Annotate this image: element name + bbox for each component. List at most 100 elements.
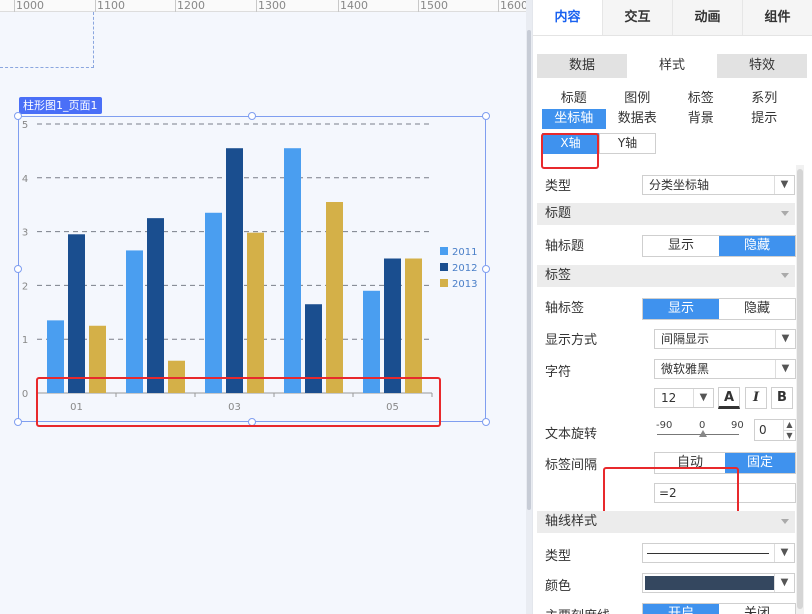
panel-scrollbar-thumb[interactable] xyxy=(797,169,803,609)
chevron-down-icon: ▼ xyxy=(775,360,795,378)
display-mode-label: 显示方式 xyxy=(545,333,598,348)
collapse-caret-icon xyxy=(781,211,789,216)
rotation-min-label: -90 xyxy=(656,420,673,431)
rotation-max-label: 90 xyxy=(731,420,744,431)
panel-scrollbar[interactable] xyxy=(796,165,804,614)
bar xyxy=(284,148,301,393)
axis-type-select[interactable]: 分类坐标轴 ▼ xyxy=(642,175,795,195)
font-color-icon: A xyxy=(723,390,735,405)
tab-tooltip[interactable]: 提示 xyxy=(732,109,796,129)
tab-legend[interactable]: 图例 xyxy=(605,89,669,109)
style-category-tabs: 标题 图例 标签 系列 坐标轴 数据表 背景 提示 xyxy=(542,89,796,129)
display-mode-select[interactable]: 间隔显示 ▼ xyxy=(654,329,796,349)
stepper-down-icon[interactable]: ▼ xyxy=(783,430,795,440)
major-tick-on-option[interactable]: 开启 xyxy=(643,604,719,614)
chevron-down-icon: ▼ xyxy=(693,389,713,407)
interval-fixed-option[interactable]: 固定 xyxy=(725,453,795,473)
tab-title[interactable]: 标题 xyxy=(542,89,606,109)
axis-label-label: 轴标签 xyxy=(545,301,585,316)
label-interval-toggle: 自动 固定 xyxy=(654,452,796,474)
bar xyxy=(363,290,380,393)
canvas-scrollbar-thumb[interactable] xyxy=(527,30,531,510)
font-size-select[interactable]: 12 ▼ xyxy=(654,388,714,408)
chevron-down-icon: ▼ xyxy=(775,330,795,348)
interval-value-input[interactable]: =2 xyxy=(654,483,796,503)
tab-background[interactable]: 背景 xyxy=(669,109,733,129)
axis-title-label: 轴标题 xyxy=(545,239,585,254)
legend-label: 2011 xyxy=(452,247,477,258)
tab-animation[interactable]: 动画 xyxy=(672,0,742,35)
y-tick-label: 1 xyxy=(22,335,28,346)
axis-selector-tabs: X轴 Y轴 xyxy=(542,133,656,154)
chevron-down-icon: ▼ xyxy=(774,574,794,592)
bar xyxy=(326,202,343,393)
line-type-label: 类型 xyxy=(545,549,572,564)
rotation-slider-knob[interactable] xyxy=(699,430,707,437)
text-rotation-label: 文本旋转 xyxy=(545,427,598,442)
section-title[interactable]: 标题 xyxy=(537,203,795,225)
font-family-select[interactable]: 微软雅黑 ▼ xyxy=(654,359,796,379)
tab-y-axis[interactable]: Y轴 xyxy=(599,133,656,154)
x-tick-label: 01 xyxy=(70,402,83,413)
tab-content[interactable]: 内容 xyxy=(533,0,602,35)
legend-label: 2012 xyxy=(452,263,477,274)
legend-label: 2013 xyxy=(452,279,477,290)
italic-button[interactable]: I xyxy=(745,387,767,409)
subtab-data[interactable]: 数据 xyxy=(537,54,627,78)
tab-x-axis[interactable]: X轴 xyxy=(542,133,599,154)
section-label[interactable]: 标签 xyxy=(537,265,795,287)
tab-label[interactable]: 标签 xyxy=(669,89,733,109)
axis-label-show-option[interactable]: 显示 xyxy=(643,299,719,319)
axis-label-hide-option[interactable]: 隐藏 xyxy=(719,299,795,319)
display-mode-value: 间隔显示 xyxy=(661,332,710,346)
tab-interaction[interactable]: 交互 xyxy=(602,0,672,35)
solid-line-icon xyxy=(647,553,769,554)
tab-axis[interactable]: 坐标轴 xyxy=(542,109,606,129)
line-color-select[interactable]: ▼ xyxy=(642,573,795,593)
rotation-value: 0 xyxy=(759,423,767,437)
interval-auto-option[interactable]: 自动 xyxy=(655,453,725,473)
label-interval-label: 标签间隔 xyxy=(545,458,598,473)
bar-chart: 01234501 03 05201120122013 xyxy=(22,120,478,413)
axis-type-value: 分类坐标轴 xyxy=(649,178,710,192)
bar xyxy=(168,360,185,393)
bar xyxy=(226,148,243,393)
font-size-value: 12 xyxy=(661,391,677,405)
subtab-style[interactable]: 样式 xyxy=(627,54,717,78)
panel-sub-tabs: 数据 样式 特效 xyxy=(537,54,807,78)
font-family-value: 微软雅黑 xyxy=(661,362,710,376)
bold-button[interactable]: B xyxy=(771,387,793,409)
bar xyxy=(89,325,106,393)
bar xyxy=(247,232,264,393)
bar xyxy=(305,304,322,393)
section-axis-line[interactable]: 轴线样式 xyxy=(537,511,795,533)
font-color-button[interactable]: A xyxy=(718,387,740,409)
y-tick-label: 5 xyxy=(22,120,28,131)
bar xyxy=(47,320,64,393)
panel-top-tabs: 内容 交互 动画 组件 xyxy=(533,0,812,36)
axis-title-show-option[interactable]: 显示 xyxy=(643,236,719,256)
italic-icon: I xyxy=(752,390,760,405)
stepper-up-icon[interactable]: ▲ xyxy=(783,420,795,430)
major-tick-off-option[interactable]: 关闭 xyxy=(719,604,795,614)
collapse-caret-icon xyxy=(781,519,789,524)
bar xyxy=(205,212,222,393)
y-tick-label: 4 xyxy=(22,174,28,185)
rotation-stepper[interactable]: 0 ▲ ▼ xyxy=(754,419,796,441)
design-canvas[interactable]: 1000 1100 1200 1300 1400 1500 1600 柱形图1_… xyxy=(0,0,527,614)
major-tick-toggle: 开启 关闭 xyxy=(642,603,796,614)
tab-datatable[interactable]: 数据表 xyxy=(605,109,669,129)
subtab-effect[interactable]: 特效 xyxy=(717,54,807,78)
line-color-swatch xyxy=(645,576,775,590)
axis-title-hide-option[interactable]: 隐藏 xyxy=(719,236,795,256)
rotation-slider-track[interactable] xyxy=(657,434,739,435)
legend-swatch xyxy=(440,279,448,287)
line-type-select[interactable]: ▼ xyxy=(642,543,795,563)
tab-series[interactable]: 系列 xyxy=(732,89,796,109)
axis-type-label: 类型 xyxy=(545,179,572,194)
tab-component[interactable]: 组件 xyxy=(742,0,812,35)
font-label: 字符 xyxy=(545,365,572,380)
x-tick-label: 05 xyxy=(386,402,399,413)
bar xyxy=(405,258,422,393)
x-tick-label: 03 xyxy=(228,402,241,413)
